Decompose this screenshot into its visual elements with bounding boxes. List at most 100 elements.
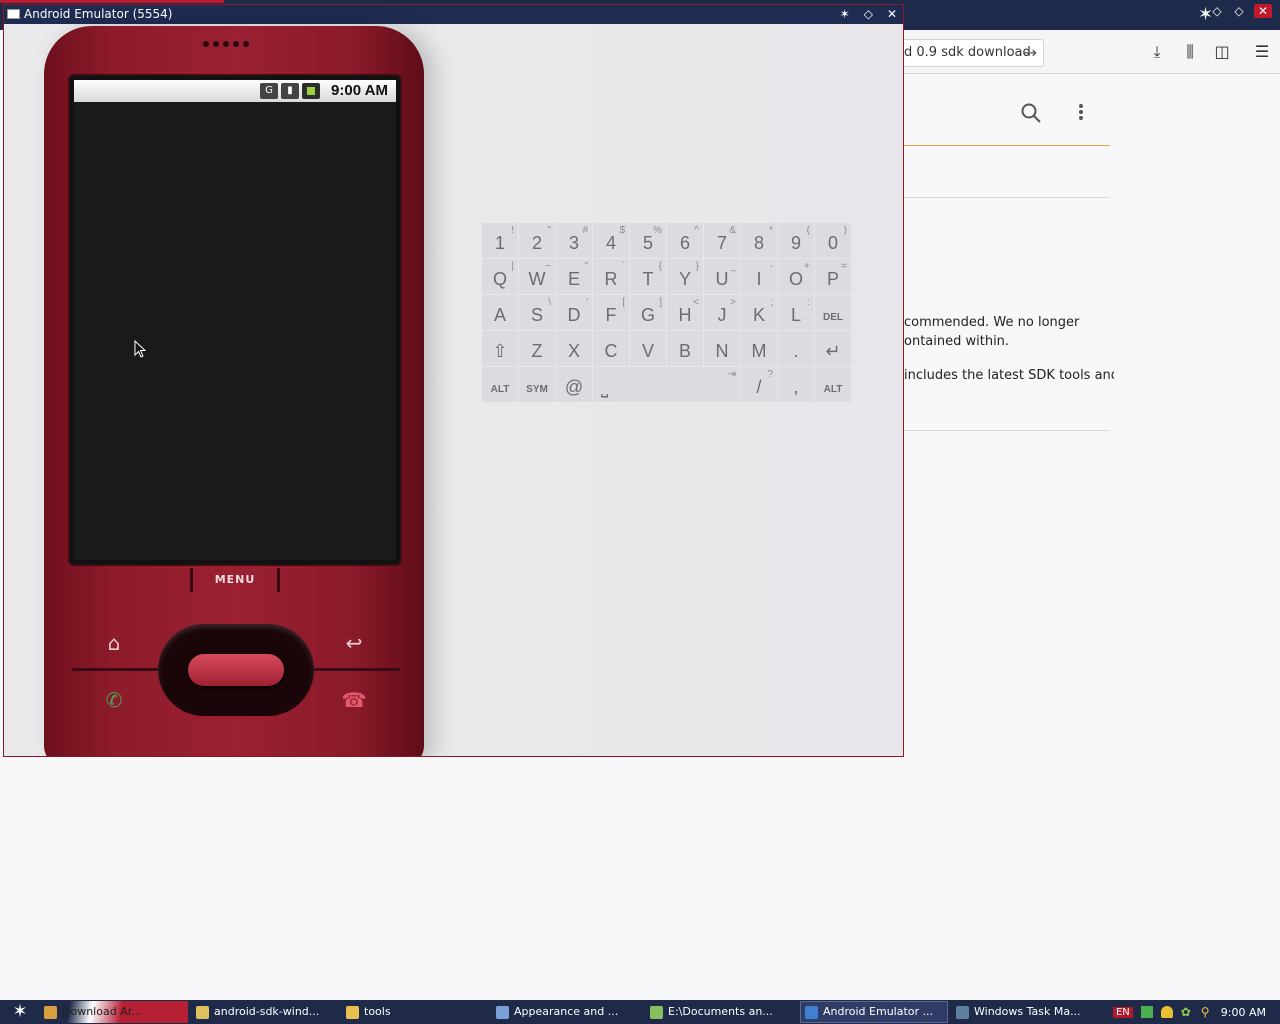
alt-right-key[interactable]: ALT <box>815 367 851 402</box>
emulator-keyboard: 1! 2 " 3 #4 $5% 6 ^ 7 & 8 * 9(0) Q | W ~ E " R ` T{Y} U _ I - O + P =… <box>482 223 851 403</box>
key-2-4[interactable]: G] <box>630 295 666 330</box>
key-0-5[interactable]: 6 ^ <box>667 223 703 258</box>
go-arrow-icon[interactable]: → <box>1024 40 1037 66</box>
sidebar-icon[interactable]: ◫ <box>1212 42 1232 62</box>
call-button[interactable]: ✆ <box>100 686 128 714</box>
android-icon[interactable]: ✿ <box>1181 1006 1193 1018</box>
key-1-6[interactable]: U _ <box>704 259 740 294</box>
key-3-0[interactable]: ⇧ <box>482 331 518 366</box>
key-label: J <box>717 305 727 325</box>
taskbar-item[interactable]: android-sdk-wind... <box>192 1001 338 1023</box>
trackball-dpad[interactable] <box>158 624 314 716</box>
search-tray-icon[interactable]: ⚲ <box>1201 1006 1213 1018</box>
key-2-5[interactable]: H < <box>667 295 703 330</box>
space-key[interactable]: ⎵ ⇥ <box>593 367 740 402</box>
key-3-5[interactable]: B <box>667 331 703 366</box>
dpad-center-button[interactable] <box>188 654 284 686</box>
download-icon[interactable]: ⤓ <box>1147 42 1167 62</box>
network-icon[interactable] <box>1140 1006 1153 1018</box>
divider <box>904 430 1110 431</box>
alt-left-key[interactable]: ALT <box>482 367 518 402</box>
key-3-8[interactable]: . <box>778 331 814 366</box>
key-3-7[interactable]: M <box>741 331 777 366</box>
key-0-9[interactable]: 0) <box>815 223 851 258</box>
key-label: ALT <box>490 384 510 395</box>
more-options-icon[interactable] <box>1076 102 1086 124</box>
search-icon[interactable] <box>1020 102 1042 124</box>
key-1-2[interactable]: E " <box>556 259 592 294</box>
key-0-3[interactable]: 4 $ <box>593 223 629 258</box>
key-1-4[interactable]: T{ <box>630 259 666 294</box>
emulator-titlebar[interactable]: Android Emulator (5554) ✶ ◇ ✕ <box>4 5 903 24</box>
key-1-1[interactable]: W ~ <box>519 259 555 294</box>
key-1-5[interactable]: Y} <box>667 259 703 294</box>
minimize-icon[interactable]: ◇ <box>1210 4 1224 18</box>
key-2-6[interactable]: J > <box>704 295 740 330</box>
taskbar-item[interactable]: E:\Documents an... <box>646 1001 796 1023</box>
key-0-7[interactable]: 8 * <box>741 223 777 258</box>
home-button[interactable]: ⌂ <box>100 629 128 657</box>
key-0-8[interactable]: 9( <box>778 223 814 258</box>
mouse-cursor-icon <box>134 340 147 358</box>
taskbar-item[interactable]: tools <box>342 1001 488 1023</box>
emulator-window: Android Emulator (5554) ✶ ◇ ✕ G ▮ 9:00 A… <box>3 4 904 757</box>
slash-key[interactable]: /? <box>741 367 777 402</box>
key-3-9[interactable]: ↵ <box>815 331 851 366</box>
key-label: 1 <box>494 233 505 253</box>
taskbar-item[interactable]: Appearance and ... <box>492 1001 642 1023</box>
taskbar-item-label: E:\Documents an... <box>668 1005 773 1018</box>
taskbar-item[interactable]: Android Emulator ... <box>800 1001 948 1023</box>
key-2-1[interactable]: S \ <box>519 295 555 330</box>
phone-display[interactable] <box>74 102 396 560</box>
maximize-icon[interactable]: ◇ <box>864 5 873 24</box>
shield-icon[interactable] <box>1160 1006 1173 1018</box>
key-1-8[interactable]: O + <box>778 259 814 294</box>
key-1-0[interactable]: Q | <box>482 259 518 294</box>
key-3-4[interactable]: V <box>630 331 666 366</box>
hamburger-menu-icon[interactable]: ☰ <box>1252 42 1272 62</box>
key-secondary-label: = <box>841 261 847 272</box>
star-icon[interactable]: ✶ <box>840 5 850 24</box>
start-button[interactable]: ✶ <box>0 1000 40 1024</box>
library-icon[interactable]: ⫼ <box>1180 42 1200 62</box>
key-2-2[interactable]: D ' <box>556 295 592 330</box>
key-1-3[interactable]: R ` <box>593 259 629 294</box>
page-text-line: ontained within. <box>904 334 1010 349</box>
language-indicator[interactable]: EN <box>1112 1006 1133 1018</box>
data-network-icon: G <box>260 83 278 99</box>
browser-toolbar: d 0.9 sdk download → ⤓ ⫼ ◫ ☰ <box>904 30 1280 74</box>
key-1-9[interactable]: P = <box>815 259 851 294</box>
emulator-body: G ▮ 9:00 AM MENU ⌂ ↩ ✆ ☎ 1 ! 2 " 3 # 4 $… <box>4 24 903 756</box>
key-2-9[interactable]: DEL <box>815 295 851 330</box>
close-icon[interactable]: ✕ <box>1254 4 1272 18</box>
key-2-7[interactable]: K; <box>741 295 777 330</box>
key-secondary-label: + <box>804 261 810 272</box>
key-2-0[interactable]: A <box>482 295 518 330</box>
key-3-3[interactable]: C <box>593 331 629 366</box>
taskbar-item[interactable]: Download Ar... <box>40 1001 188 1023</box>
key-0-0[interactable]: 1! <box>482 223 518 258</box>
taskbar-item-label: Android Emulator ... <box>823 1005 934 1018</box>
taskbar-clock[interactable]: 9:00 AM <box>1221 1006 1266 1019</box>
key-0-6[interactable]: 7 & <box>704 223 740 258</box>
menu-button[interactable]: MENU <box>190 568 280 592</box>
comma-key[interactable]: , <box>778 367 814 402</box>
maximize-icon[interactable]: ◇ <box>1232 4 1246 18</box>
key-2-3[interactable]: F[ <box>593 295 629 330</box>
page-text-line: commended. We no longer <box>904 315 1080 330</box>
address-bar[interactable]: d 0.9 sdk download → <box>904 39 1044 67</box>
key-1-7[interactable]: I- <box>741 259 777 294</box>
back-button[interactable]: ↩ <box>340 629 368 657</box>
end-call-button[interactable]: ☎ <box>340 686 368 714</box>
key-3-1[interactable]: Z <box>519 331 555 366</box>
key-0-4[interactable]: 5% <box>630 223 666 258</box>
key-2-8[interactable]: L: <box>778 295 814 330</box>
sym-key[interactable]: SYM <box>519 367 555 402</box>
at-key[interactable]: @ <box>556 367 592 402</box>
key-3-2[interactable]: X <box>556 331 592 366</box>
key-3-6[interactable]: N <box>704 331 740 366</box>
key-0-2[interactable]: 3 # <box>556 223 592 258</box>
close-icon[interactable]: ✕ <box>887 5 897 24</box>
taskbar-item[interactable]: Windows Task Ma... <box>952 1001 1100 1023</box>
key-0-1[interactable]: 2 " <box>519 223 555 258</box>
